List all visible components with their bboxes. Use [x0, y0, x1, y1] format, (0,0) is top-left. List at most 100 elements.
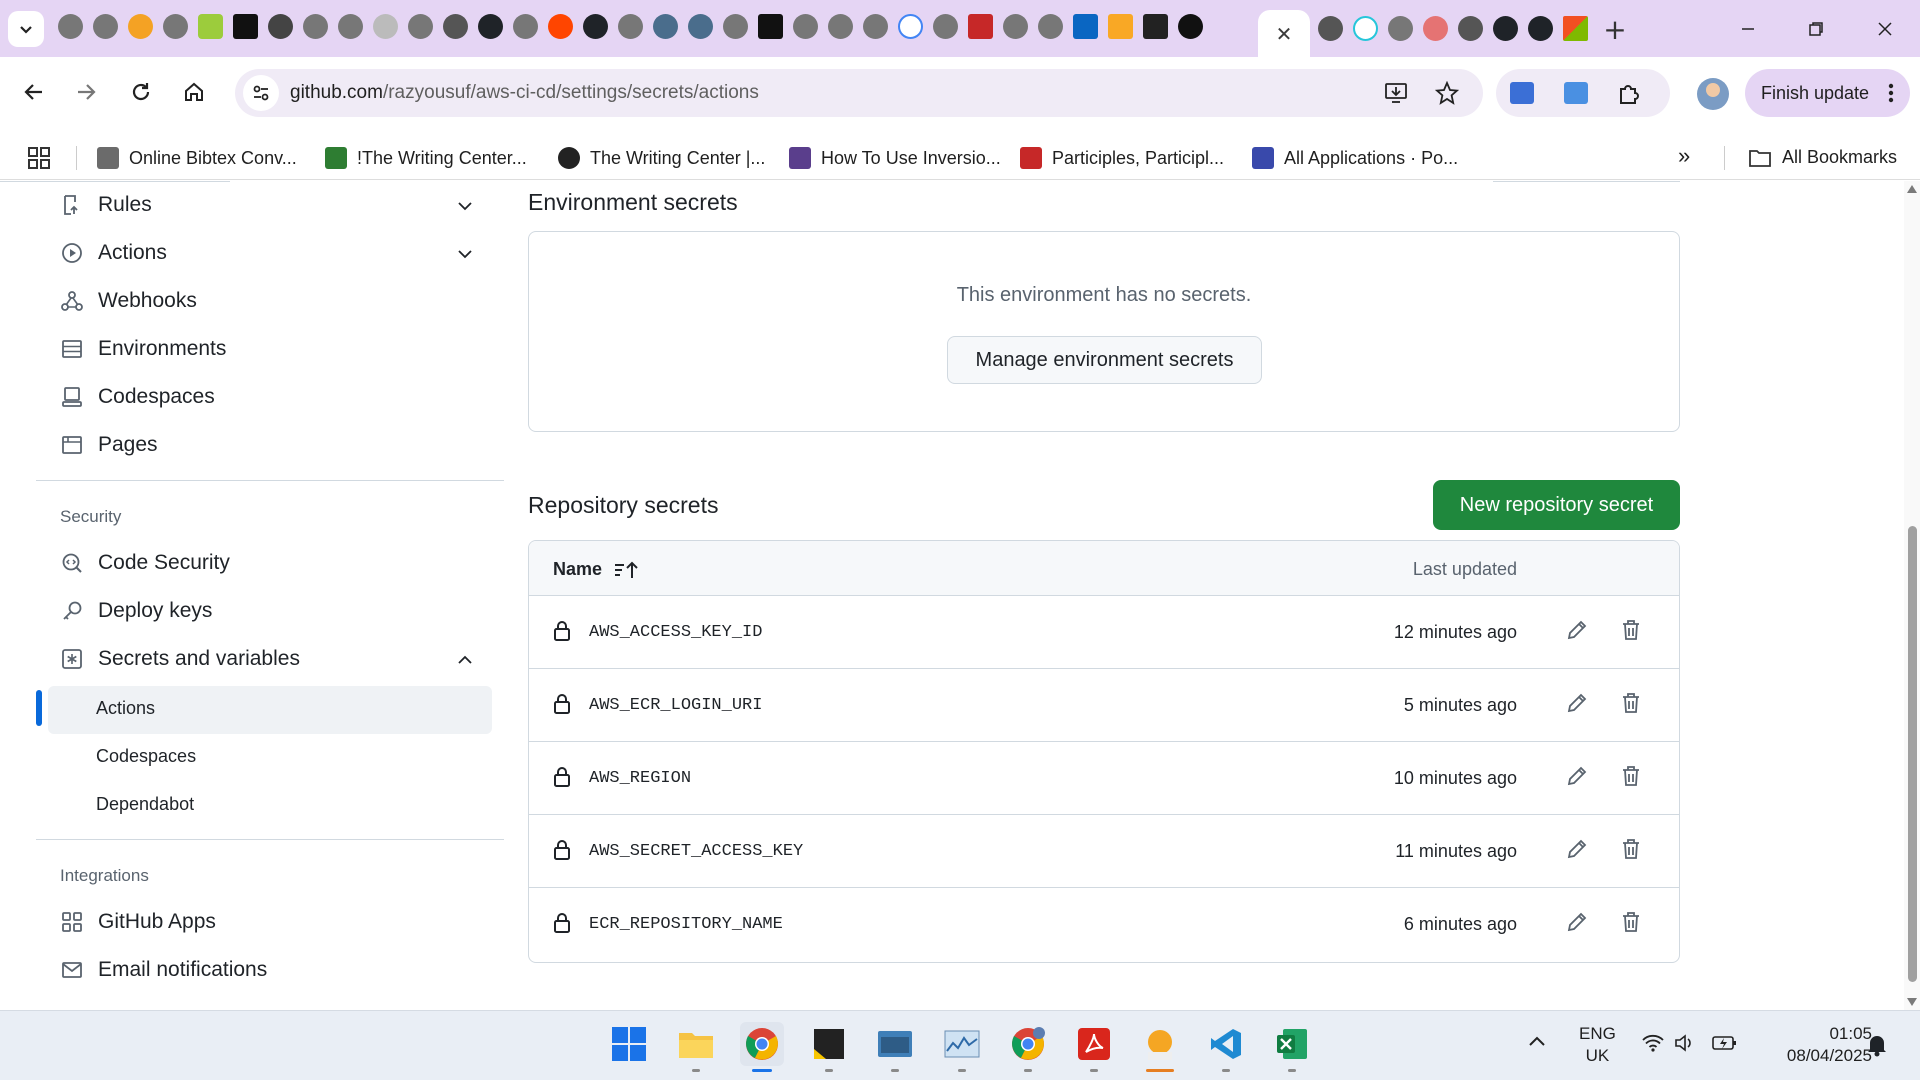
tab-favicon[interactable]	[268, 14, 293, 39]
tab-favicon[interactable]	[1038, 14, 1063, 39]
tab-favicon[interactable]	[828, 14, 853, 39]
tab-favicon[interactable]	[618, 14, 643, 39]
github-icon[interactable]	[1493, 16, 1518, 41]
github-icon[interactable]	[478, 14, 503, 39]
github-icon[interactable]	[1528, 16, 1553, 41]
tab-favicon[interactable]	[443, 14, 468, 39]
excel-icon[interactable]	[1270, 1022, 1314, 1072]
zoom-icon[interactable]	[1138, 1022, 1182, 1072]
pencil-icon[interactable]	[1566, 619, 1588, 641]
system-clock[interactable]: 01:05 08/04/2025	[1762, 1023, 1872, 1067]
tab-favicon[interactable]	[58, 14, 83, 39]
trash-icon[interactable]	[1620, 911, 1642, 933]
close-window-button[interactable]	[1862, 10, 1908, 48]
profile-avatar[interactable]	[1697, 78, 1729, 110]
tab-favicon[interactable]	[1108, 14, 1133, 39]
tab-favicon[interactable]	[128, 14, 153, 39]
reddit-icon[interactable]	[548, 14, 573, 39]
language-indicator[interactable]: ENG UK	[1579, 1023, 1616, 1067]
bookmark-item[interactable]: Participles, Participl...	[1020, 147, 1224, 169]
pencil-icon[interactable]	[1566, 692, 1588, 714]
linkedin-icon[interactable]	[1073, 14, 1098, 39]
trash-icon[interactable]	[1620, 692, 1642, 714]
sidebar-item-secrets-and-variables[interactable]: Secrets and variables	[60, 647, 300, 671]
manage-environment-secrets-button[interactable]: Manage environment secrets	[947, 336, 1262, 384]
bookmark-item[interactable]: The Writing Center |...	[558, 147, 765, 169]
sidebar-item-rules[interactable]: Rules	[60, 193, 152, 217]
apps-grid-icon[interactable]	[28, 147, 50, 169]
microsoft-icon[interactable]	[1563, 16, 1588, 41]
restore-button[interactable]	[1793, 10, 1839, 48]
resource-monitor-icon[interactable]	[940, 1022, 984, 1072]
trash-icon[interactable]	[1620, 838, 1642, 860]
sidebar-sub-item-codespaces[interactable]: Codespaces	[96, 746, 196, 767]
bookmarks-overflow-button[interactable]: »	[1678, 143, 1690, 169]
tab-favicon[interactable]	[863, 14, 888, 39]
tab-favicon[interactable]	[1178, 14, 1203, 39]
bookmark-item[interactable]: !The Writing Center...	[325, 147, 527, 169]
pencil-icon[interactable]	[1566, 911, 1588, 933]
scroll-up-arrow-icon[interactable]	[1907, 185, 1917, 193]
tab-favicon[interactable]	[1423, 16, 1448, 41]
tab-favicon[interactable]	[303, 14, 328, 39]
tab-favicon[interactable]	[1318, 16, 1343, 41]
tab-favicon[interactable]	[408, 14, 433, 39]
file-explorer-icon[interactable]	[674, 1022, 718, 1072]
new-repository-secret-button[interactable]: New repository secret	[1433, 480, 1680, 530]
tab-search-button[interactable]	[8, 11, 44, 47]
address-bar[interactable]: github.com/razyousuf/aws-ci-cd/settings/…	[235, 69, 1483, 117]
acrobat-icon[interactable]	[1072, 1022, 1116, 1072]
bookmark-star-icon[interactable]	[1435, 81, 1459, 105]
tab-favicon[interactable]	[1143, 14, 1168, 39]
trash-icon[interactable]	[1620, 619, 1642, 641]
sidebar-item-environments[interactable]: Environments	[60, 337, 226, 361]
github-icon[interactable]	[583, 14, 608, 39]
url-text[interactable]: github.com/razyousuf/aws-ci-cd/settings/…	[290, 82, 759, 104]
tab-favicon[interactable]	[93, 14, 118, 39]
tab-favicon[interactable]	[723, 14, 748, 39]
tab-favicon[interactable]	[653, 14, 678, 39]
chrome-icon[interactable]	[740, 1022, 784, 1072]
forward-button[interactable]	[66, 72, 106, 112]
sidebar-item-deploy-keys[interactable]: Deploy keys	[60, 599, 212, 623]
sidebar-item-codespaces[interactable]: Codespaces	[60, 385, 215, 409]
extension-calendar-icon[interactable]	[1510, 82, 1534, 104]
tab-favicon[interactable]	[1003, 14, 1028, 39]
install-app-icon[interactable]	[1384, 81, 1410, 105]
tab-favicon[interactable]	[758, 14, 783, 39]
notification-bell-icon[interactable]	[1866, 1033, 1888, 1057]
close-tab-icon[interactable]: ✕	[1276, 22, 1293, 46]
tab-favicon[interactable]	[1458, 16, 1483, 41]
tab-favicon[interactable]	[1353, 16, 1378, 41]
reload-button[interactable]	[121, 72, 161, 112]
tab-favicon[interactable]	[793, 14, 818, 39]
chevron-up-icon[interactable]	[1528, 1035, 1546, 1047]
all-bookmarks-button[interactable]: All Bookmarks	[1748, 147, 1897, 168]
site-info-button[interactable]	[243, 75, 279, 111]
sidebar-item-email-notifications[interactable]: Email notifications	[60, 958, 267, 982]
tab-favicon[interactable]	[933, 14, 958, 39]
sidebar-sub-item-label[interactable]: Actions	[96, 698, 155, 719]
pencil-icon[interactable]	[1566, 765, 1588, 787]
sidebar-sub-item-dependabot[interactable]: Dependabot	[96, 794, 194, 815]
page-scrollbar[interactable]	[1904, 181, 1920, 1010]
finish-update-button[interactable]: Finish update	[1745, 69, 1910, 117]
tab-favicon[interactable]	[233, 14, 258, 39]
chevron-up-icon[interactable]	[456, 651, 474, 669]
scroll-down-arrow-icon[interactable]	[1907, 998, 1917, 1006]
sidebar-item-webhooks[interactable]: Webhooks	[60, 289, 197, 313]
back-button[interactable]	[14, 72, 54, 112]
tab-favicon[interactable]	[163, 14, 188, 39]
tab-favicon[interactable]	[338, 14, 363, 39]
keyboard-app-icon[interactable]	[873, 1022, 917, 1072]
chrome-profile-icon[interactable]	[1006, 1022, 1050, 1072]
google-icon[interactable]	[898, 14, 923, 39]
column-header-name[interactable]: Name	[553, 559, 640, 580]
tab-favicon[interactable]	[688, 14, 713, 39]
extension-window-icon[interactable]	[1564, 82, 1588, 104]
chevron-down-icon[interactable]	[456, 245, 474, 263]
tab-favicon[interactable]	[1388, 16, 1413, 41]
chevron-down-icon[interactable]	[456, 197, 474, 215]
sidebar-item-actions[interactable]: Actions	[60, 241, 167, 265]
sidebar-item-pages[interactable]: Pages	[60, 433, 158, 457]
